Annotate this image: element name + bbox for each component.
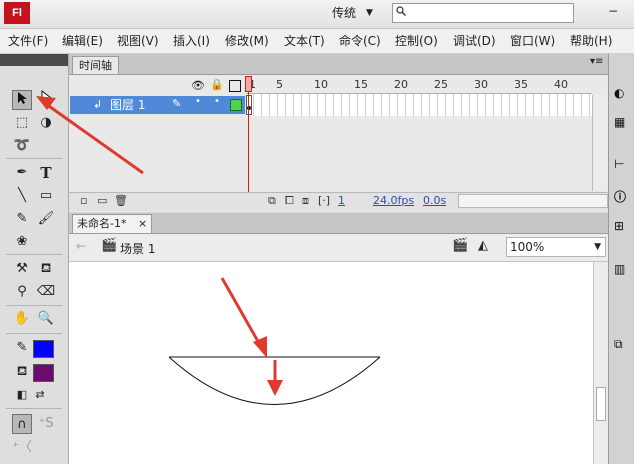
- ruler-label: 20: [394, 78, 408, 91]
- divider: [6, 254, 62, 255]
- stroke-color-icon: ✎: [16, 340, 28, 355]
- library-icon[interactable]: ▥: [614, 262, 634, 280]
- stage-drawing: [168, 277, 381, 405]
- panel-menu-icon[interactable]: ▾≡: [590, 56, 603, 67]
- menu-modify[interactable]: 修改(M): [225, 29, 269, 53]
- toolbar-annotation: [36, 96, 144, 175]
- keyframe[interactable]: [246, 95, 252, 115]
- straighten-icon[interactable]: ⁺〈: [12, 438, 32, 458]
- annotation-arrowhead: [267, 380, 283, 396]
- menu-commands[interactable]: 命令(C): [339, 29, 381, 53]
- chevron-down-icon[interactable]: ▼: [366, 4, 373, 22]
- transform-icon[interactable]: ⊞: [614, 219, 634, 237]
- divider: [6, 305, 62, 306]
- paint-bucket-icon[interactable]: ⛾: [36, 259, 56, 279]
- title-bar: Fl 传统 ▼ −: [0, 0, 634, 29]
- stroke-color-swatch[interactable]: [33, 340, 54, 358]
- ruler-label: 35: [514, 78, 528, 91]
- pencil-tool-icon[interactable]: ✎: [12, 209, 32, 229]
- ruler-label: 5: [276, 78, 283, 91]
- zoom-select[interactable]: 100% ▼: [506, 237, 606, 257]
- components-icon[interactable]: ⧉: [614, 337, 634, 355]
- color-panel-icon[interactable]: ◐: [614, 86, 634, 104]
- flash-logo: Fl: [4, 2, 30, 24]
- ruler-label: 25: [434, 78, 448, 91]
- help-search-input[interactable]: [392, 3, 574, 23]
- stage-vertical-scrollbar[interactable]: [593, 262, 609, 464]
- ruler-label: 10: [314, 78, 328, 91]
- scene-icon: 🎬: [101, 238, 118, 253]
- ruler-label: 15: [354, 78, 368, 91]
- search-icon: [396, 6, 406, 16]
- snap-to-objects-icon[interactable]: ∩: [12, 414, 32, 434]
- info-icon[interactable]: ⓘ: [614, 188, 634, 206]
- swap-colors-icon[interactable]: ⇄: [30, 385, 50, 405]
- onion-outline-icon[interactable]: ⧠: [285, 194, 294, 208]
- menu-control[interactable]: 控制(O): [395, 29, 438, 53]
- timeline-vertical-scrollbar[interactable]: [592, 95, 607, 191]
- timeline-ruler: 1 5 10 15 20 25 30 35 40: [246, 76, 592, 94]
- current-frame[interactable]: 1: [338, 194, 345, 207]
- eraser-icon[interactable]: ⌫: [36, 282, 56, 302]
- hand-tool-icon[interactable]: ✋: [12, 309, 32, 329]
- edit-symbols-icon[interactable]: ◭: [478, 238, 488, 253]
- edit-scene-icon[interactable]: 🎬: [452, 238, 468, 253]
- rectangle-tool-icon[interactable]: ▭: [36, 186, 56, 206]
- swatches-icon[interactable]: ▦: [614, 115, 634, 133]
- workspace-switcher[interactable]: 传统: [332, 4, 356, 22]
- outline-icon[interactable]: [229, 80, 241, 92]
- menu-text[interactable]: 文本(T): [284, 29, 325, 53]
- playhead[interactable]: [245, 76, 252, 92]
- new-folder-icon[interactable]: ▭: [97, 194, 107, 207]
- align-icon[interactable]: ⊢: [614, 157, 634, 175]
- menu-bar: 文件(F) 编辑(E) 视图(V) 插入(I) 修改(M) 文本(T) 命令(C…: [0, 29, 634, 54]
- new-layer-icon[interactable]: ▫: [80, 194, 87, 207]
- scroll-thumb[interactable]: [596, 387, 606, 421]
- menu-view[interactable]: 视图(V): [117, 29, 159, 53]
- frame-rate[interactable]: 24.0fps: [373, 194, 414, 207]
- ruler-label: 40: [554, 78, 568, 91]
- divider: [6, 408, 62, 409]
- menu-debug[interactable]: 调试(D): [453, 29, 496, 53]
- delete-icon[interactable]: 🗑: [114, 194, 128, 207]
- ruler-label: 30: [474, 78, 488, 91]
- document-title: 未命名-1*: [77, 217, 127, 230]
- fill-color-icon: ⛾: [16, 364, 28, 379]
- visibility-dot[interactable]: •: [195, 96, 201, 107]
- chevron-down-icon: ▼: [594, 242, 601, 252]
- scene-name[interactable]: 场景 1: [120, 240, 155, 257]
- tab-document[interactable]: 未命名-1* ×: [72, 214, 153, 233]
- pencil-icon: ✎: [172, 97, 182, 110]
- frames-grid[interactable]: [246, 94, 592, 116]
- smooth-icon[interactable]: ⁺S: [36, 414, 56, 434]
- minimize-button[interactable]: −: [602, 2, 624, 22]
- layer-outline-color[interactable]: [230, 99, 242, 111]
- lock-dot[interactable]: •: [214, 96, 220, 107]
- elapsed-time[interactable]: 0.0s: [423, 194, 446, 207]
- deco-tool-icon[interactable]: ❀: [12, 232, 32, 252]
- timeline-horizontal-scrollbar[interactable]: [458, 194, 608, 208]
- onion-skin-icon[interactable]: ⧉: [268, 194, 276, 208]
- bone-tool-icon[interactable]: ⚒: [12, 259, 32, 279]
- brush-tool-icon[interactable]: 🖌: [36, 209, 56, 229]
- menu-window[interactable]: 窗口(W): [510, 29, 555, 53]
- line-tool-icon[interactable]: ╲: [12, 186, 32, 206]
- eyedropper-icon[interactable]: ⚲: [12, 282, 32, 302]
- menu-edit[interactable]: 编辑(E): [62, 29, 103, 53]
- default-colors-icon[interactable]: ◧: [12, 385, 32, 405]
- eye-icon[interactable]: 👁: [191, 79, 205, 92]
- fill-color-swatch[interactable]: [33, 364, 54, 382]
- lock-icon[interactable]: 🔒: [210, 78, 224, 91]
- zoom-value: 100%: [510, 240, 545, 254]
- menu-file[interactable]: 文件(F): [8, 29, 48, 53]
- close-icon[interactable]: ×: [138, 217, 147, 230]
- back-arrow-icon[interactable]: ←: [76, 239, 86, 253]
- edit-frames-icon[interactable]: ⧈: [302, 194, 309, 208]
- menu-help[interactable]: 帮助(H): [570, 29, 612, 53]
- onion-markers-icon[interactable]: [·]: [318, 194, 330, 207]
- zoom-tool-icon[interactable]: 🔍: [36, 309, 56, 329]
- menu-insert[interactable]: 插入(I): [173, 29, 210, 53]
- divider: [6, 333, 62, 334]
- playhead-line: [248, 92, 249, 208]
